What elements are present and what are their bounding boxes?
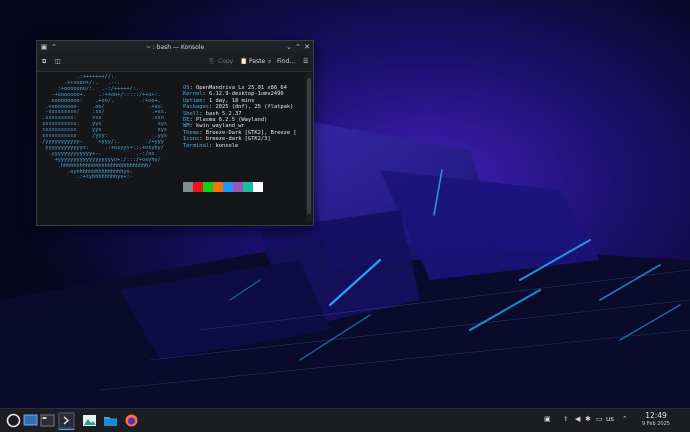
info-value: konsole	[215, 142, 239, 149]
copy-icon: ⎘	[209, 58, 214, 65]
window-titlebar[interactable]: ▣ ⌃ ~ : bash — Konsole ⌄ ⌃ ✕	[37, 41, 313, 53]
info-value: 6.12.9-desktop-1omv2490	[208, 91, 284, 98]
konsole-task-icon[interactable]	[58, 412, 75, 430]
info-key: Shell	[183, 110, 200, 117]
clock-date[interactable]: 9 Feb 2025	[636, 421, 676, 427]
scrollbar-thumb[interactable]	[307, 78, 311, 214]
info-value: bash 5.2.37	[205, 110, 242, 117]
info-value: Plasma 6.2.5 (Wayland)	[196, 117, 268, 124]
color-swatch	[183, 182, 193, 192]
info-key: Kernel	[183, 91, 203, 98]
info-key: Packages	[183, 104, 209, 111]
distro-ascii-logo: .:+++++++//:. .++oooo+/:. .--. :+ooooooo…	[42, 74, 168, 181]
tray-expand-icon[interactable]: ⌃	[622, 415, 628, 423]
info-value: breeze-dark [GTK2/3]	[205, 136, 271, 143]
paste-button[interactable]: Paste	[249, 57, 265, 67]
info-value: Breeze-Dark [GTK2], Breeze [	[205, 129, 297, 136]
close-button[interactable]: ✕	[303, 43, 311, 51]
bluetooth-tray-icon[interactable]: ⚕	[564, 415, 568, 423]
firefox-icon[interactable]	[123, 412, 140, 429]
konsole-window[interactable]: ▣ ⌃ ~ : bash — Konsole ⌄ ⌃ ✕ ⧉ ◫ ⎘ Copy …	[36, 40, 314, 226]
keyboard-layout-indicator[interactable]: us	[606, 415, 614, 423]
color-swatches	[183, 182, 263, 192]
pager-icon[interactable]	[39, 412, 56, 429]
color-swatch	[233, 182, 243, 192]
info-key: Theme	[183, 129, 200, 136]
new-tab-icon[interactable]: ⧉	[42, 57, 46, 67]
copy-button[interactable]: Copy	[218, 57, 233, 67]
konsole-toolbar: ⧉ ◫ ⎘ Copy 📋 Paste ⌕ Find... ☰	[37, 53, 313, 72]
color-swatch	[243, 182, 253, 192]
info-value: 2025 (dnf), 25 (flatpak)	[215, 104, 294, 111]
info-key: Icons	[183, 136, 200, 143]
color-swatch	[193, 182, 203, 192]
volume-tray-icon[interactable]: ◀	[575, 415, 580, 423]
hamburger-menu-icon[interactable]: ☰	[303, 57, 308, 67]
screenshot-tray-icon[interactable]: ▣	[544, 415, 551, 423]
image-viewer-icon[interactable]	[81, 412, 98, 429]
find-button[interactable]: Find...	[277, 57, 295, 67]
info-line: Terminal: konsole	[183, 142, 239, 149]
minimize-button[interactable]: ⌄	[285, 43, 293, 51]
info-value: kwin_wayland_wr	[196, 123, 245, 130]
show-desktop-icon[interactable]	[22, 412, 39, 429]
system-info: OS: OpenMandriva Lx 25.01 x86_64 Kernel: …	[183, 85, 297, 149]
battery-tray-icon[interactable]: ▭	[596, 415, 603, 423]
find-icon[interactable]: ⌕	[268, 57, 271, 67]
info-key: Uptime	[183, 97, 203, 104]
split-view-icon[interactable]: ◫	[55, 57, 61, 67]
terminal-scrollbar[interactable]	[306, 74, 312, 222]
paste-icon[interactable]: 📋	[240, 57, 247, 67]
info-value: OpenMandriva Lx 25.01 x86_64	[196, 85, 287, 91]
clock-time[interactable]: 12:49	[640, 411, 672, 420]
color-swatch	[253, 182, 263, 192]
network-tray-icon[interactable]: ✱	[585, 415, 591, 423]
info-value: 1 day, 18 mins	[208, 97, 255, 104]
info-key: Terminal	[183, 142, 209, 149]
terminal-area[interactable]: .:+++++++//:. .++oooo+/:. .--. :+ooooooo…	[37, 72, 303, 224]
color-swatch	[213, 182, 223, 192]
taskbar-panel: ▣ ⚕ ◀ ✱ ▭ us ⌃ 12:49 9 Feb 2025	[0, 408, 690, 432]
window-title: ~ : bash — Konsole	[145, 44, 205, 51]
application-launcher-icon[interactable]	[5, 412, 22, 429]
color-swatch	[223, 182, 233, 192]
maximize-button[interactable]: ⌃	[294, 43, 302, 51]
color-swatch	[203, 182, 213, 192]
file-manager-icon[interactable]	[102, 412, 119, 429]
